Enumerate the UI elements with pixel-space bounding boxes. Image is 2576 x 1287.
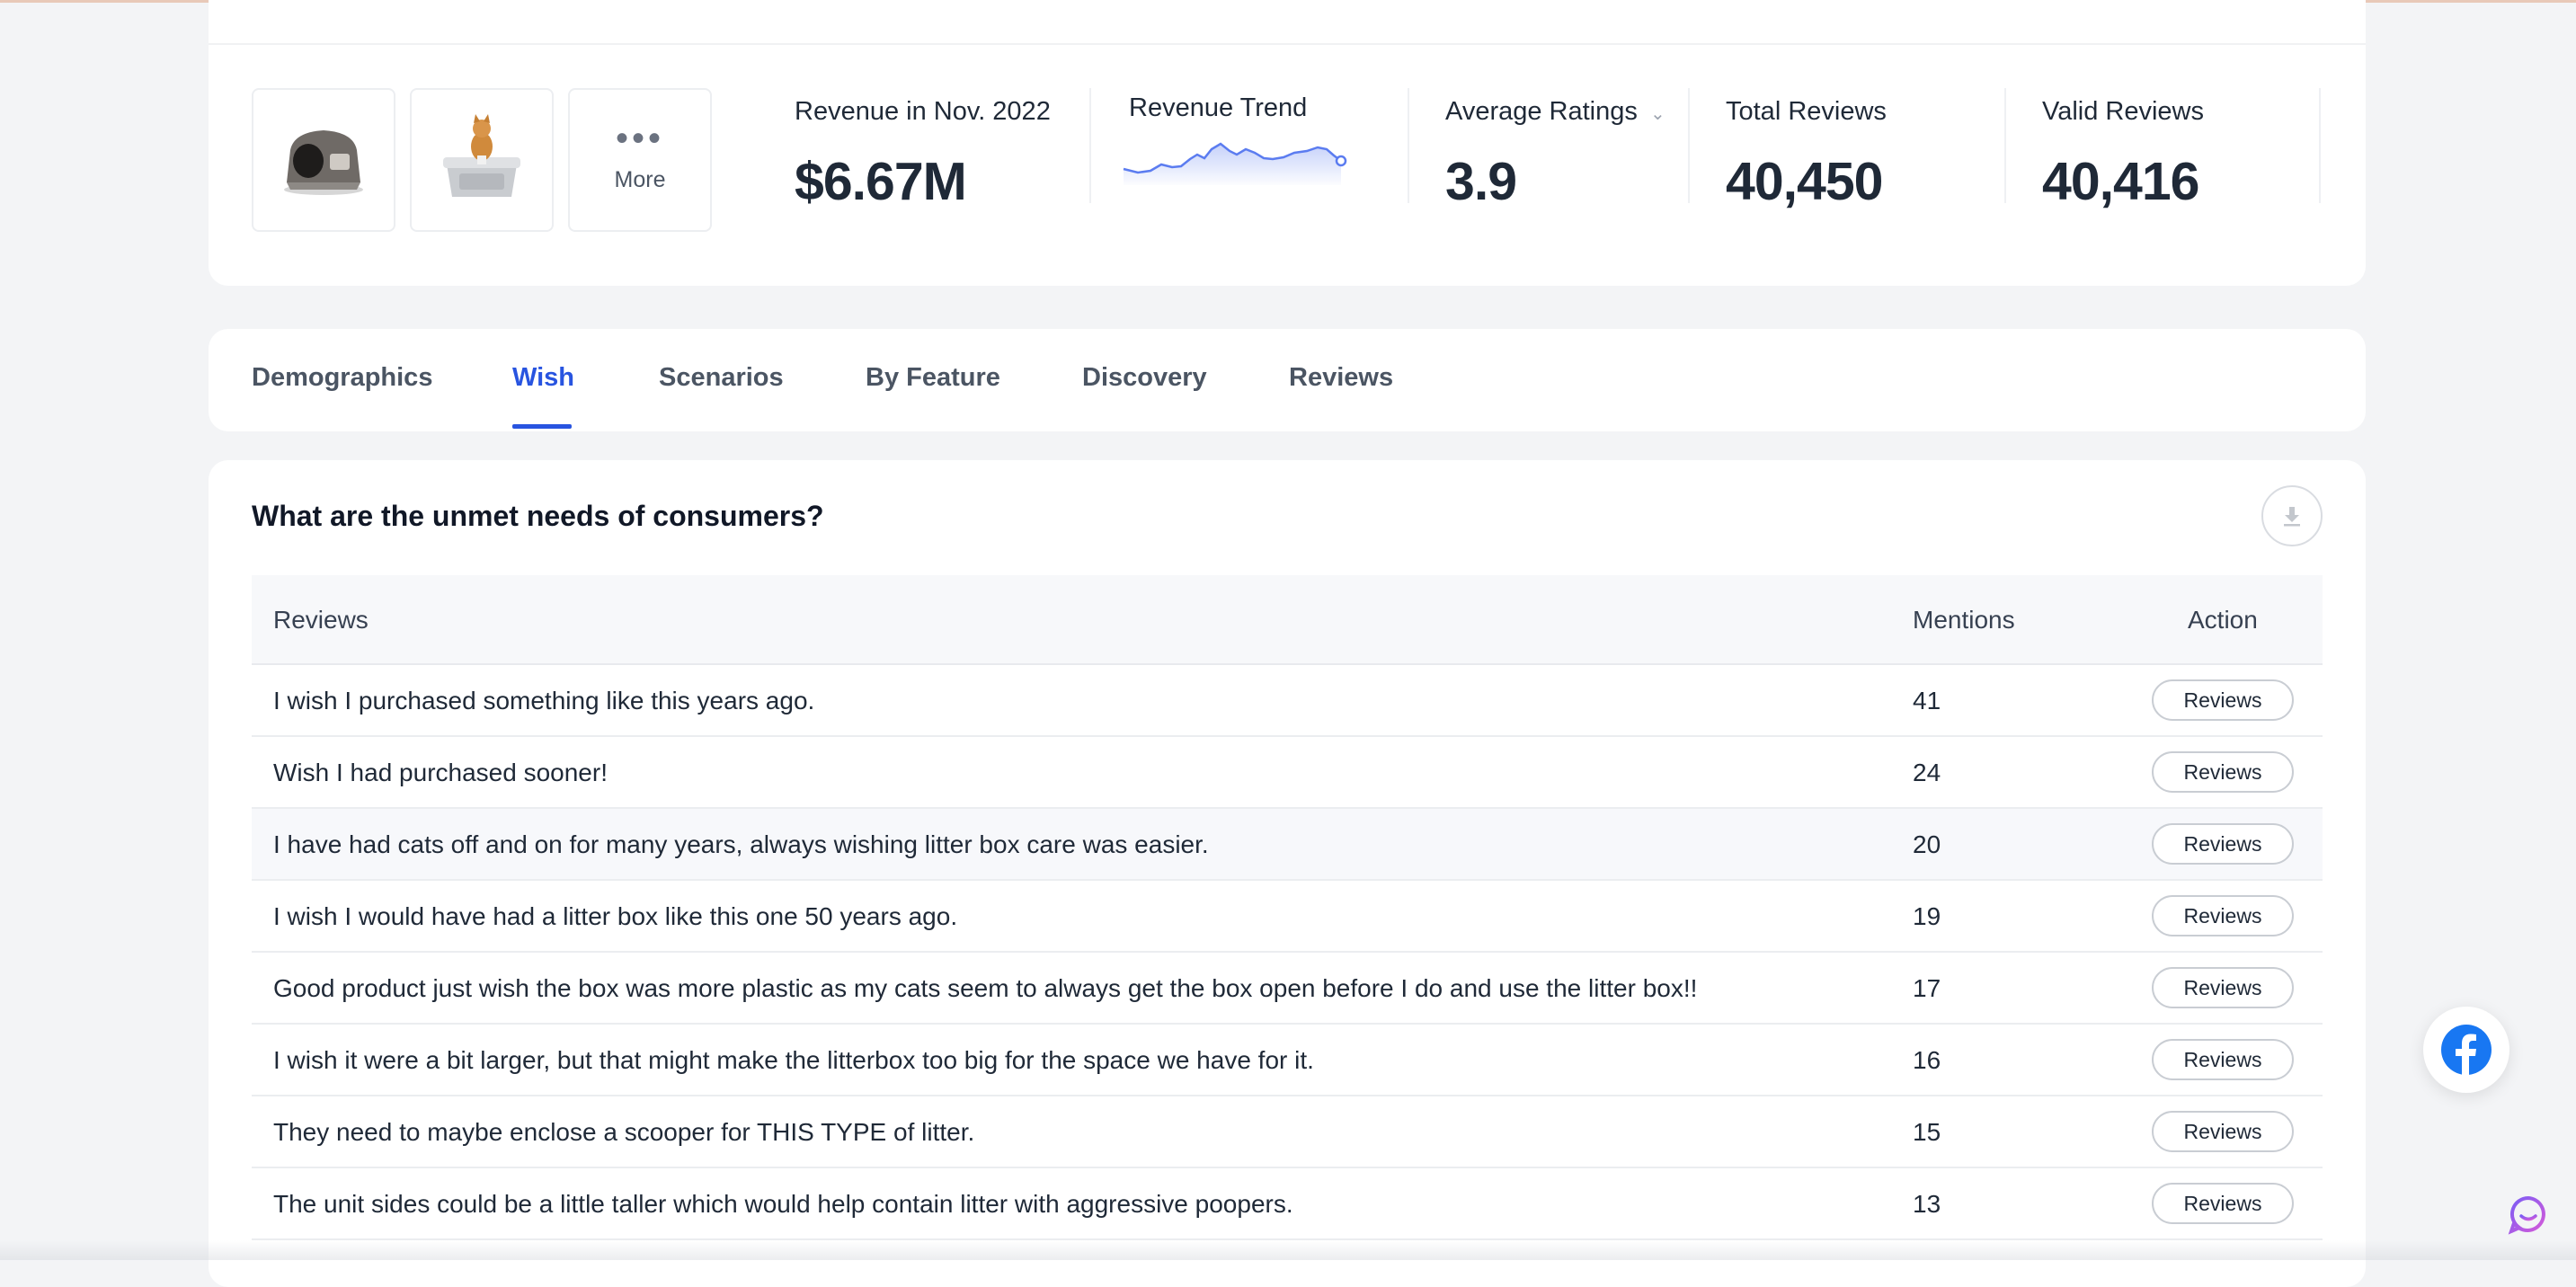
tab-reviews[interactable]: Reviews [1289, 363, 1393, 393]
reviews-button[interactable]: Reviews [2152, 1183, 2294, 1224]
review-text: Wish I had purchased sooner! [273, 759, 608, 786]
review-text: Good product just wish the box was more … [273, 974, 1698, 1002]
unmet-needs-section: What are the unmet needs of consumers? R… [209, 460, 2366, 1287]
review-text: I wish I purchased something like this y… [273, 687, 815, 715]
header-reviews: Reviews [273, 606, 369, 634]
tab-discovery[interactable]: Discovery [1082, 363, 1207, 393]
download-icon [2284, 507, 2300, 527]
reviews-button[interactable]: Reviews [2152, 967, 2294, 1008]
stat-separator [1408, 88, 1409, 203]
valid-reviews-label: Valid Reviews [2042, 97, 2204, 126]
analysis-tabs: Demographics Wish Scenarios By Feature D… [209, 329, 2366, 431]
mentions-count: 15 [1913, 1118, 1941, 1146]
stat-separator [2319, 88, 2321, 203]
stat-separator [1688, 88, 1690, 203]
litter-box-cat-image [443, 114, 520, 197]
stat-separator [1089, 88, 1091, 203]
table-row: I wish it were a bit larger, but that mi… [252, 1025, 2323, 1096]
valid-reviews-value: 40,416 [2042, 152, 2199, 211]
unmet-needs-table: Reviews Mentions Action I wish I purchas… [252, 575, 2323, 1240]
revenue-trend-label: Revenue Trend [1129, 93, 1308, 122]
tab-by-feature[interactable]: By Feature [866, 363, 1000, 393]
mentions-count: 19 [1913, 902, 1941, 930]
table-header: Reviews Mentions Action [252, 575, 2323, 665]
average-ratings-label: Average Ratings [1445, 97, 1638, 126]
more-products-button[interactable]: ••• More [568, 88, 712, 232]
mentions-count: 17 [1913, 974, 1941, 1002]
tab-demographics[interactable]: Demographics [252, 363, 432, 393]
review-text: I wish it were a bit larger, but that mi… [273, 1046, 1314, 1074]
mentions-count: 13 [1913, 1190, 1941, 1218]
reviews-button[interactable]: Reviews [2152, 1111, 2294, 1152]
mentions-count: 16 [1913, 1046, 1941, 1074]
revenue-label: Revenue in Nov. 2022 [795, 97, 1051, 126]
total-reviews-value: 40,450 [1726, 152, 1883, 211]
download-button[interactable] [2261, 485, 2323, 546]
total-reviews-label: Total Reviews [1726, 97, 1887, 126]
reviews-button[interactable]: Reviews [2152, 751, 2294, 793]
table-row: Wish I had purchased sooner! 24 Reviews [252, 737, 2323, 809]
table-row: They need to maybe enclose a scooper for… [252, 1096, 2323, 1168]
reviews-button[interactable]: Reviews [2152, 823, 2294, 865]
divider [209, 43, 2366, 45]
review-text: I have had cats off and on for many year… [273, 830, 1209, 858]
table-row: I have had cats off and on for many year… [252, 809, 2323, 881]
review-text: I wish I would have had a litter box lik… [273, 902, 958, 930]
more-dots-icon: ••• [615, 118, 664, 158]
facebook-share-button[interactable] [2423, 1007, 2509, 1093]
table-row: I wish I purchased something like this y… [252, 665, 2323, 737]
bottom-shadow [0, 1240, 2576, 1260]
stat-separator [2004, 88, 2006, 203]
active-tab-indicator [512, 424, 572, 429]
mentions-count: 20 [1913, 830, 1941, 858]
review-text: They need to maybe enclose a scooper for… [273, 1118, 975, 1146]
table-row: I wish I would have had a litter box lik… [252, 881, 2323, 953]
assistant-icon[interactable] [2508, 1194, 2549, 1235]
chevron-down-icon[interactable]: ⌄ [1650, 102, 1666, 125]
mentions-count: 41 [1913, 687, 1941, 715]
reviews-button[interactable]: Reviews [2152, 895, 2294, 936]
tab-scenarios[interactable]: Scenarios [659, 363, 784, 393]
section-title: What are the unmet needs of consumers? [252, 500, 824, 532]
review-text: The unit sides could be a little taller … [273, 1190, 1293, 1218]
product-thumbnail-2[interactable] [410, 88, 554, 232]
revenue-value: $6.67M [795, 152, 967, 211]
litter-box-hooded-image [284, 130, 363, 195]
more-label: More [614, 166, 666, 192]
revenue-trend-sparkline[interactable] [1118, 131, 1363, 189]
header-mentions: Mentions [1913, 606, 2015, 634]
mentions-count: 24 [1913, 759, 1941, 786]
average-ratings-value: 3.9 [1445, 152, 1517, 211]
header-action: Action [2188, 606, 2258, 634]
reviews-button[interactable]: Reviews [2152, 1039, 2294, 1080]
reviews-button[interactable]: Reviews [2152, 679, 2294, 721]
facebook-icon [2441, 1025, 2492, 1075]
tab-wish[interactable]: Wish [512, 363, 574, 393]
table-row: Good product just wish the box was more … [252, 953, 2323, 1025]
product-stats-card: ••• More Revenue in Nov. 2022 $6.67M Rev… [209, 0, 2366, 286]
table-row: The unit sides could be a little taller … [252, 1168, 2323, 1240]
product-thumbnail-1[interactable] [252, 88, 395, 232]
